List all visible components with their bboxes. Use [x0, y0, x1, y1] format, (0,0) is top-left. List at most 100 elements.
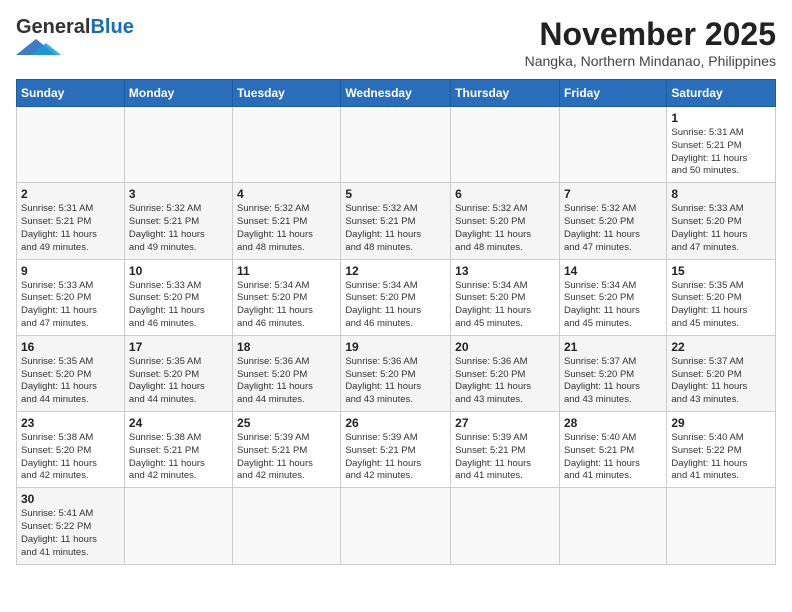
day-number: 27: [455, 416, 555, 430]
cell-content: Sunrise: 5:33 AM Sunset: 5:20 PM Dayligh…: [21, 280, 120, 331]
day-number: 16: [21, 340, 120, 354]
calendar-cell: 28Sunrise: 5:40 AM Sunset: 5:21 PM Dayli…: [559, 412, 666, 488]
calendar-cell: 22Sunrise: 5:37 AM Sunset: 5:20 PM Dayli…: [667, 335, 776, 411]
cell-content: Sunrise: 5:32 AM Sunset: 5:20 PM Dayligh…: [455, 203, 555, 254]
calendar-week-row: 16 Sunrise: 5:35 AM Sunset: 5:20 PM Dayli…: [17, 335, 776, 411]
day-number: 21: [564, 340, 662, 354]
calendar-cell: 3Sunrise: 5:32 AM Sunset: 5:21 PM Daylig…: [124, 183, 232, 259]
day-number: 14: [564, 264, 662, 278]
calendar-cell: 23 Sunrise: 5:38 AM Sunset: 5:20 PM Dayli…: [17, 412, 125, 488]
calendar-cell: 11 Sunrise: 5:34 AM Sunset: 5:20 PM Dayli…: [233, 259, 341, 335]
day-number: 6: [455, 187, 555, 201]
calendar-cell: [124, 107, 232, 183]
cell-content: Sunrise: 5:32 AM Sunset: 5:20 PM Dayligh…: [564, 203, 662, 254]
header-saturday: Saturday: [667, 80, 776, 107]
day-number: 13: [455, 264, 555, 278]
header-wednesday: Wednesday: [341, 80, 451, 107]
calendar-table: SundayMondayTuesdayWednesdayThursdayFrid…: [16, 79, 776, 565]
cell-content: Sunrise: 5:33 AM Sunset: 5:20 PM Dayligh…: [671, 203, 771, 254]
cell-content: Sunrise: 5:41 AM Sunset: 5:22 PM Dayligh…: [21, 508, 120, 559]
cell-content: Sunrise: 5:34 AM Sunset: 5:20 PM Dayligh…: [345, 280, 446, 331]
day-number: 9: [21, 264, 120, 278]
header-friday: Friday: [559, 80, 666, 107]
calendar-header-row: SundayMondayTuesdayWednesdayThursdayFrid…: [17, 80, 776, 107]
day-number: 29: [671, 416, 771, 430]
calendar-cell: 24 Sunrise: 5:38 AM Sunset: 5:21 PM Dayli…: [124, 412, 232, 488]
cell-content: Sunrise: 5:39 AM Sunset: 5:21 PM Dayligh…: [345, 432, 446, 483]
day-number: 18: [237, 340, 336, 354]
calendar-cell: 19 Sunrise: 5:36 AM Sunset: 5:20 PM Dayli…: [341, 335, 451, 411]
day-number: 5: [345, 187, 446, 201]
day-number: 17: [129, 340, 228, 354]
calendar-week-row: 2 Sunrise: 5:31 AM Sunset: 5:21 PM Daylig…: [17, 183, 776, 259]
logo-icon: [16, 39, 71, 57]
cell-content: Sunrise: 5:31 AM Sunset: 5:21 PM Dayligh…: [21, 203, 120, 254]
cell-content: Sunrise: 5:35 AM Sunset: 5:20 PM Dayligh…: [671, 280, 771, 331]
day-number: 8: [671, 187, 771, 201]
cell-content: Sunrise: 5:32 AM Sunset: 5:21 PM Dayligh…: [129, 203, 228, 254]
day-number: 25: [237, 416, 336, 430]
day-number: 12: [345, 264, 446, 278]
calendar-cell: [233, 107, 341, 183]
day-number: 10: [129, 264, 228, 278]
calendar-cell: 14Sunrise: 5:34 AM Sunset: 5:20 PM Dayli…: [559, 259, 666, 335]
calendar-week-row: 9 Sunrise: 5:33 AM Sunset: 5:20 PM Daylig…: [17, 259, 776, 335]
day-number: 28: [564, 416, 662, 430]
calendar-cell: 9 Sunrise: 5:33 AM Sunset: 5:20 PM Daylig…: [17, 259, 125, 335]
calendar-cell: 21 Sunrise: 5:37 AM Sunset: 5:20 PM Dayli…: [559, 335, 666, 411]
cell-content: Sunrise: 5:39 AM Sunset: 5:21 PM Dayligh…: [237, 432, 336, 483]
header-monday: Monday: [124, 80, 232, 107]
month-title: November 2025: [525, 16, 776, 53]
cell-content: Sunrise: 5:37 AM Sunset: 5:20 PM Dayligh…: [671, 356, 771, 407]
day-number: 19: [345, 340, 446, 354]
cell-content: Sunrise: 5:38 AM Sunset: 5:20 PM Dayligh…: [21, 432, 120, 483]
day-number: 4: [237, 187, 336, 201]
calendar-cell: 27Sunrise: 5:39 AM Sunset: 5:21 PM Dayli…: [451, 412, 560, 488]
calendar-cell: [559, 107, 666, 183]
cell-content: Sunrise: 5:35 AM Sunset: 5:20 PM Dayligh…: [129, 356, 228, 407]
calendar-cell: 26Sunrise: 5:39 AM Sunset: 5:21 PM Dayli…: [341, 412, 451, 488]
calendar-cell: [667, 488, 776, 564]
header-sunday: Sunday: [17, 80, 125, 107]
day-number: 11: [237, 264, 336, 278]
header-thursday: Thursday: [451, 80, 560, 107]
location-title: Nangka, Northern Mindanao, Philippines: [525, 53, 776, 69]
cell-content: Sunrise: 5:32 AM Sunset: 5:21 PM Dayligh…: [345, 203, 446, 254]
header-tuesday: Tuesday: [233, 80, 341, 107]
calendar-cell: 1Sunrise: 5:31 AM Sunset: 5:21 PM Daylig…: [667, 107, 776, 183]
calendar-cell: 18Sunrise: 5:36 AM Sunset: 5:20 PM Dayli…: [233, 335, 341, 411]
cell-content: Sunrise: 5:37 AM Sunset: 5:20 PM Dayligh…: [564, 356, 662, 407]
cell-content: Sunrise: 5:33 AM Sunset: 5:20 PM Dayligh…: [129, 280, 228, 331]
day-number: 23: [21, 416, 120, 430]
calendar-cell: 8 Sunrise: 5:33 AM Sunset: 5:20 PM Daylig…: [667, 183, 776, 259]
calendar-cell: 13Sunrise: 5:34 AM Sunset: 5:20 PM Dayli…: [451, 259, 560, 335]
cell-content: Sunrise: 5:38 AM Sunset: 5:21 PM Dayligh…: [129, 432, 228, 483]
calendar-cell: 2 Sunrise: 5:31 AM Sunset: 5:21 PM Daylig…: [17, 183, 125, 259]
calendar-cell: 7 Sunrise: 5:32 AM Sunset: 5:20 PM Daylig…: [559, 183, 666, 259]
calendar-cell: [559, 488, 666, 564]
calendar-cell: [233, 488, 341, 564]
calendar-cell: 16Sunrise: 5:35 AM Sunset: 5:20 PM Dayli…: [17, 335, 125, 411]
day-number: 2: [21, 187, 120, 201]
cell-content: Sunrise: 5:31 AM Sunset: 5:21 PM Dayligh…: [671, 127, 771, 178]
calendar-cell: 29 Sunrise: 5:40 AM Sunset: 5:22 PM Dayli…: [667, 412, 776, 488]
cell-content: Sunrise: 5:36 AM Sunset: 5:20 PM Dayligh…: [345, 356, 446, 407]
calendar-cell: [451, 107, 560, 183]
calendar-cell: 12 Sunrise: 5:34 AM Sunset: 5:20 PM Dayli…: [341, 259, 451, 335]
calendar-cell: [124, 488, 232, 564]
calendar-cell: [341, 488, 451, 564]
calendar-cell: [17, 107, 125, 183]
day-number: 24: [129, 416, 228, 430]
title-section: November 2025 Nangka, Northern Mindanao,…: [525, 16, 776, 69]
calendar-cell: 5 Sunrise: 5:32 AM Sunset: 5:21 PM Daylig…: [341, 183, 451, 259]
calendar-cell: 4Sunrise: 5:32 AM Sunset: 5:21 PM Daylig…: [233, 183, 341, 259]
cell-content: Sunrise: 5:40 AM Sunset: 5:22 PM Dayligh…: [671, 432, 771, 483]
cell-content: Sunrise: 5:34 AM Sunset: 5:20 PM Dayligh…: [237, 280, 336, 331]
day-number: 7: [564, 187, 662, 201]
cell-content: Sunrise: 5:36 AM Sunset: 5:20 PM Dayligh…: [455, 356, 555, 407]
calendar-cell: [341, 107, 451, 183]
calendar-cell: [451, 488, 560, 564]
calendar-week-row: 1Sunrise: 5:31 AM Sunset: 5:21 PM Daylig…: [17, 107, 776, 183]
calendar-cell: 6 Sunrise: 5:32 AM Sunset: 5:20 PM Daylig…: [451, 183, 560, 259]
calendar-cell: 17 Sunrise: 5:35 AM Sunset: 5:20 PM Dayli…: [124, 335, 232, 411]
